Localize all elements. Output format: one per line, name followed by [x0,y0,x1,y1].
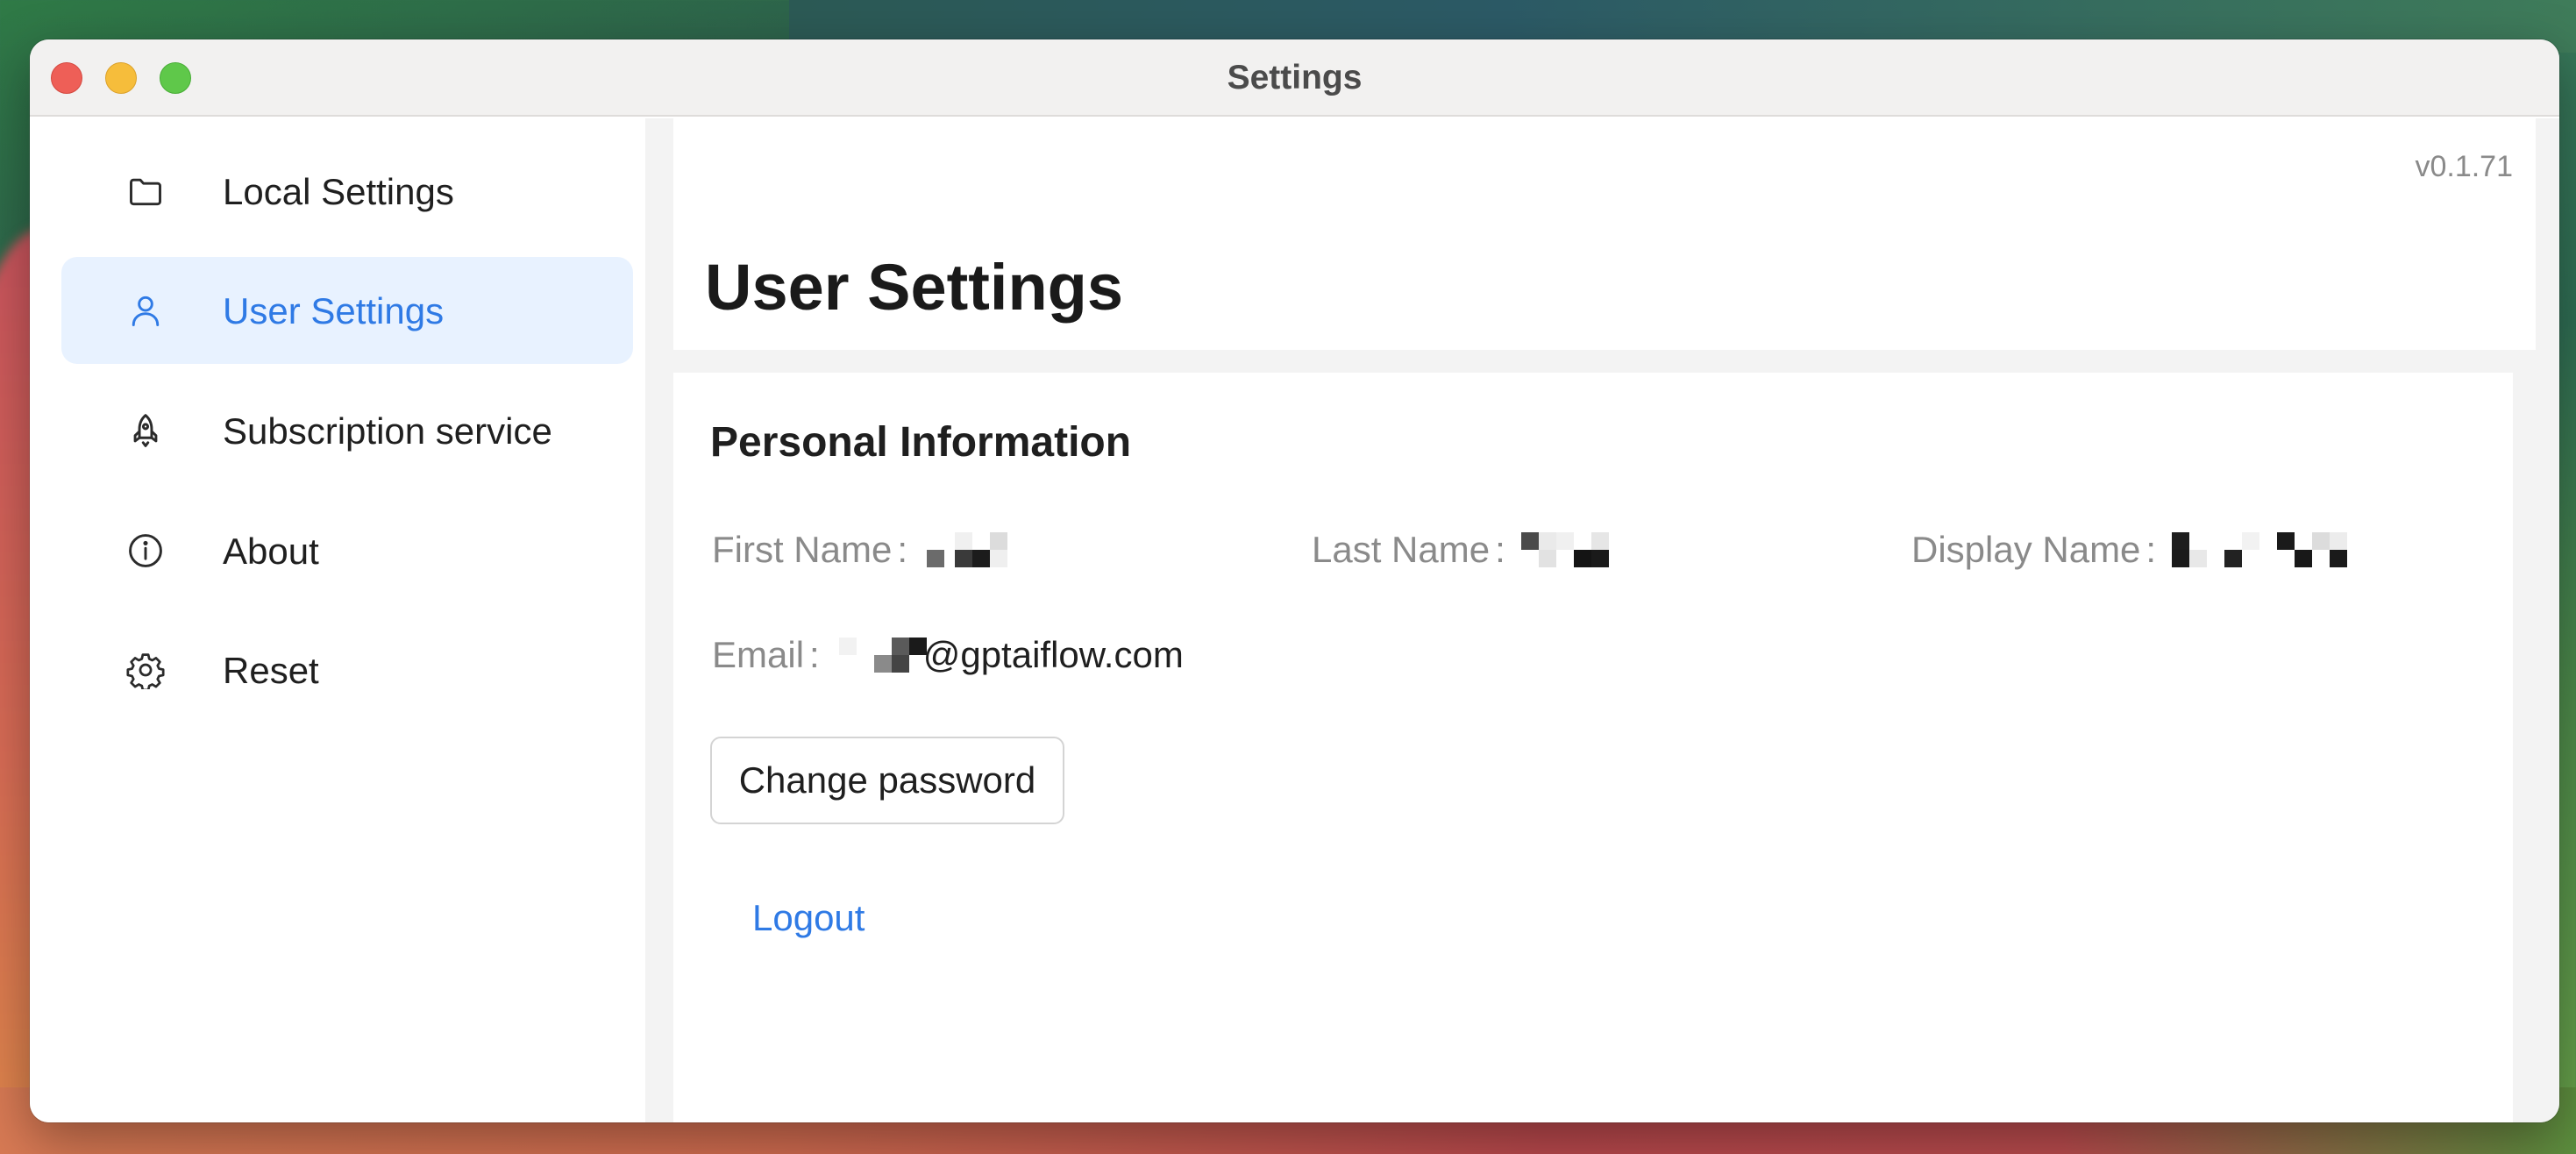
window-title: Settings [1227,59,1363,96]
sidebar-item-label: User Settings [223,290,445,331]
sidebar-item-subscription-service[interactable]: Subscription service [61,377,633,484]
last-name-label: Last Name [1312,529,1491,570]
sidebar-item-label: Reset [223,650,319,691]
sidebar-item-reset[interactable]: Reset [61,616,633,723]
header-panel: v0.1.71 User Settings [673,118,2536,350]
gear-icon [125,649,167,691]
settings-window: Settings Local Settings User Settings Su… [30,39,2559,1122]
page-title: User Settings [705,251,1124,324]
section-title: Personal Information [710,419,1132,466]
sidebar-item-about[interactable]: About [61,497,633,604]
email-field: Email : @gptaiflow.com [712,634,1184,676]
sidebar-item-user-settings[interactable]: User Settings [61,257,633,364]
colon: : [809,634,820,675]
colon: : [1495,529,1505,570]
logout-link[interactable]: Logout [752,897,865,939]
email-label: Email [712,634,805,675]
redacted-first-name [923,531,1021,569]
display-name-label: Display Name [1911,529,2141,570]
sidebar-divider [645,118,673,1122]
rocket-icon [125,410,167,452]
info-icon [125,530,167,572]
change-password-button[interactable]: Change password [710,737,1064,824]
email-domain: @gptaiflow.com [922,634,1184,675]
sidebar-item-local-settings[interactable]: Local Settings [61,138,633,245]
user-icon [125,289,167,331]
colon: : [897,529,908,570]
redacted-email-user [836,636,927,674]
redacted-last-name [1520,531,1619,569]
first-name-label: First Name [712,529,893,570]
sidebar-item-label: About [223,531,319,572]
colon: : [2145,529,2157,570]
sidebar-item-label: Local Settings [223,171,454,212]
version-label: v0.1.71 [2415,150,2513,183]
first-name-field: First Name : [712,529,1021,571]
title-bar: Settings [30,39,2559,117]
main-content: v0.1.71 User Settings Personal Informati… [673,118,2559,1122]
last-name-field: Last Name : [1312,529,1619,571]
sidebar-item-label: Subscription service [223,410,552,452]
sidebar: Local Settings User Settings Subscriptio… [30,118,645,1122]
redacted-display-name [2172,531,2356,569]
personal-information-card: Personal Information First Name : Last N… [673,373,2513,1122]
folder-icon [125,170,167,212]
display-name-field: Display Name : [1911,529,2356,571]
